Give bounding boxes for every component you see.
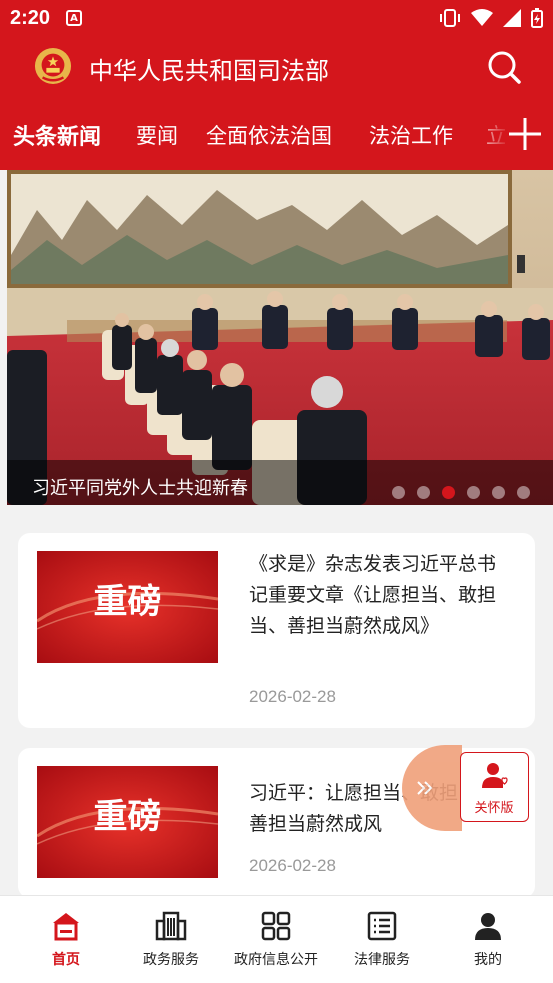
nav-profile[interactable]: 我的 [433,896,543,983]
nav-label: 法律服务 [354,952,410,968]
news-banner[interactable]: 习近平同党外人士共迎新春 [7,170,553,505]
app-title: 中华人民共和国司法部 [89,57,329,85]
nav-home[interactable]: 首页 [11,896,121,983]
vibrate-icon [440,9,460,27]
bottom-navigation: 首页 政务服务 政府信息公开 法律服务 我的 [0,895,553,983]
article-title[interactable]: 《求是》杂志发表习近平总书记重要文章《让愿担当、敢担当、善担当蔚然成风》 [249,549,499,642]
banner-photo [7,170,553,505]
list-document-icon [367,911,397,941]
carousel-dot-active[interactable] [442,486,455,499]
nav-label: 我的 [474,952,502,968]
add-tab-icon[interactable] [505,114,545,154]
notification-icon: A [66,10,83,26]
carousel-dot[interactable] [392,486,405,499]
person-icon [475,913,501,940]
tab-legal-work[interactable]: 法治工作 [369,120,453,150]
carousel-dot[interactable] [417,486,430,499]
article-thumbnail: 重磅 [37,766,218,878]
tab-rule-of-law[interactable]: 全面依法治国 [206,120,332,150]
nav-label: 政府信息公开 [234,952,318,968]
nav-government-services[interactable]: 政务服务 [116,896,226,983]
nav-government-info[interactable]: 政府信息公开 [221,896,331,983]
battery-icon [531,8,543,28]
wifi-icon [471,9,493,26]
banner-caption[interactable]: 习近平同党外人士共迎新春 [32,474,248,500]
national-emblem-icon [34,47,72,85]
care-person-icon [482,763,508,788]
double-chevron-right-icon [417,781,433,795]
care-mode-button[interactable]: 关怀版 [460,752,529,822]
thumbnail-text: 重磅 [94,797,162,837]
article-date: 2026-02-28 [249,856,336,875]
article-card[interactable]: 重磅 《求是》杂志发表习近平总书记重要文章《让愿担当、敢担当、善担当蔚然成风》 … [18,533,535,728]
tab-important-news[interactable]: 要闻 [136,120,178,150]
article-thumbnail: 重磅 [37,551,218,663]
carousel-dot[interactable] [467,486,480,499]
status-time: 2:20 [10,6,51,29]
signal-icon [503,9,521,27]
status-bar: 2:20 A [0,0,553,36]
nav-label: 政务服务 [143,952,199,968]
building-icon [155,911,187,941]
search-icon[interactable] [486,49,522,85]
tab-headlines[interactable]: 头条新闻 [13,119,101,151]
tabs-fade [470,100,510,170]
article-date: 2026-02-28 [249,687,336,706]
home-icon [53,913,79,941]
carousel-indicator [392,486,530,499]
thumbnail-text: 重磅 [94,582,162,622]
app-header: 中华人民共和国司法部 [0,36,553,100]
nav-legal-services[interactable]: 法律服务 [327,896,437,983]
nav-label: 首页 [52,952,80,968]
category-tabs: 头条新闻 要闻 全面依法治国 法治工作 立 [0,100,553,170]
carousel-dot[interactable] [517,486,530,499]
care-mode-label: 关怀版 [474,801,514,816]
carousel-dot[interactable] [492,486,505,499]
grid-icon [261,911,291,941]
